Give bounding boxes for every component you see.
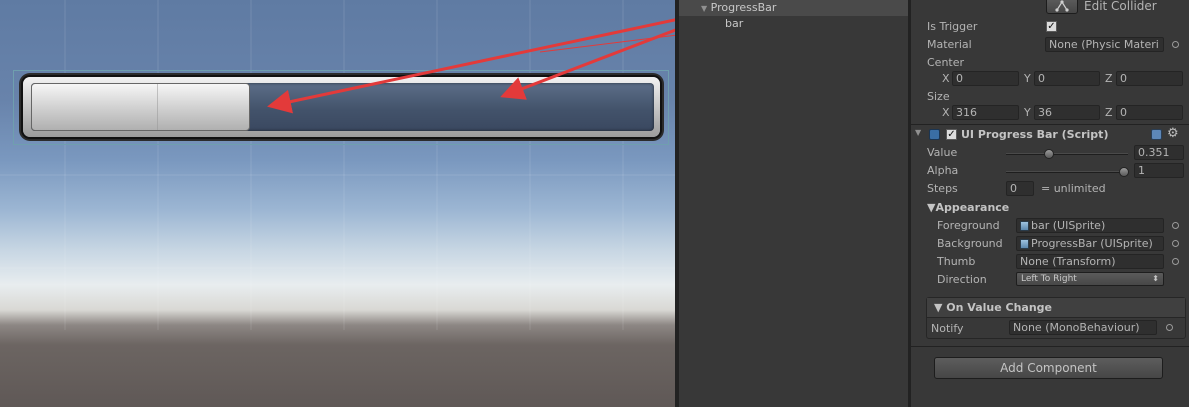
size-y-field[interactable]: 36 <box>1034 105 1100 120</box>
center-x-field[interactable]: 0 <box>952 71 1019 86</box>
steps-field[interactable]: 0 <box>1006 181 1034 196</box>
dropdown-arrows-icon: ⬍ <box>1152 274 1159 283</box>
edit-collider-button[interactable] <box>1046 0 1078 14</box>
appearance-foldout[interactable]: ▼Appearance <box>927 201 1009 214</box>
is-trigger-checkbox[interactable]: ✓ <box>1046 21 1057 32</box>
background-value: ProgressBar (UISprite) <box>1031 237 1153 250</box>
center-x-label: X <box>942 72 950 85</box>
notify-label: Notify <box>931 322 964 335</box>
size-x-label: X <box>942 106 950 119</box>
scene-grid <box>0 0 675 330</box>
component-separator <box>911 346 1189 347</box>
thumb-label: Thumb <box>937 255 976 268</box>
hierarchy-item-label: ProgressBar <box>710 1 777 14</box>
progress-bar-foreground[interactable] <box>31 83 250 131</box>
value-field[interactable]: 0.351 <box>1134 145 1184 160</box>
edit-collider-label: Edit Collider <box>1084 0 1157 13</box>
value-slider-thumb[interactable] <box>1043 149 1054 159</box>
scene-view[interactable] <box>0 0 675 407</box>
center-z-field[interactable]: 0 <box>1116 71 1183 86</box>
on-value-change-header[interactable]: ▼ On Value Change <box>927 298 1185 318</box>
script-enabled-checkbox[interactable]: ✓ <box>946 129 957 140</box>
foreground-value: bar (UISprite) <box>1031 219 1106 232</box>
component-separator <box>911 124 1189 125</box>
hierarchy-panel: ▼ ProgressBar bar <box>675 0 911 407</box>
fold-triangle-icon[interactable]: ▼ <box>915 128 921 137</box>
size-y-label: Y <box>1024 106 1031 119</box>
notify-field[interactable]: None (MonoBehaviour) <box>1009 320 1157 335</box>
sprite-icon <box>1020 221 1029 231</box>
object-picker-icon[interactable] <box>1166 324 1173 331</box>
object-picker-icon[interactable] <box>1172 222 1179 229</box>
alpha-field[interactable]: 1 <box>1134 163 1184 178</box>
alpha-slider-track[interactable] <box>1006 171 1128 173</box>
size-z-field[interactable]: 0 <box>1116 105 1183 120</box>
size-label: Size <box>927 90 950 103</box>
hierarchy-item-label: bar <box>725 17 744 30</box>
value-label: Value <box>927 146 958 159</box>
progress-bar-background[interactable] <box>23 77 660 137</box>
bar-divider <box>157 84 158 130</box>
hierarchy-item-progressbar[interactable]: ▼ ProgressBar <box>679 0 908 16</box>
sprite-icon <box>1020 239 1029 249</box>
on-value-change-label: ▼ On Value Change <box>934 301 1053 314</box>
inspector-panel: Edit Collider Is Trigger ✓ Material None… <box>911 0 1189 407</box>
material-field[interactable]: None (Physic Materi <box>1045 37 1164 52</box>
foreground-label: Foreground <box>937 219 1000 232</box>
on-value-change-box: ▼ On Value Change Notify None (MonoBehav… <box>926 297 1186 339</box>
foreground-field[interactable]: bar (UISprite) <box>1016 218 1164 233</box>
value-slider-track[interactable] <box>1006 153 1128 155</box>
size-x-field[interactable]: 316 <box>952 105 1019 120</box>
gear-icon[interactable]: ⚙ <box>1167 126 1179 141</box>
script-title: UI Progress Bar (Script) <box>961 128 1109 141</box>
material-label: Material <box>927 38 972 51</box>
direction-label: Direction <box>937 273 987 286</box>
alpha-label: Alpha <box>927 164 959 177</box>
size-z-label: Z <box>1105 106 1113 119</box>
background-field[interactable]: ProgressBar (UISprite) <box>1016 236 1164 251</box>
steps-label: Steps <box>927 182 958 195</box>
help-book-icon[interactable] <box>1151 129 1162 140</box>
direction-dropdown[interactable]: Left To Right ⬍ <box>1016 272 1164 286</box>
edit-collider-icon <box>1055 0 1069 12</box>
hierarchy-item-bar[interactable]: bar <box>679 16 908 32</box>
script-icon <box>929 129 940 140</box>
alpha-slider-thumb[interactable] <box>1119 167 1129 177</box>
expand-triangle-icon[interactable]: ▼ <box>701 1 707 17</box>
script-component-header[interactable]: ▼ ✓ UI Progress Bar (Script) ⚙ <box>911 126 1189 144</box>
object-picker-icon[interactable] <box>1172 41 1179 48</box>
progress-bar-track <box>31 83 654 131</box>
object-picker-icon[interactable] <box>1172 258 1179 265</box>
center-z-label: Z <box>1105 72 1113 85</box>
center-label: Center <box>927 56 965 69</box>
center-y-label: Y <box>1024 72 1031 85</box>
add-component-button[interactable]: Add Component <box>934 357 1163 379</box>
background-label: Background <box>937 237 1003 250</box>
direction-value: Left To Right <box>1021 274 1077 284</box>
thumb-field[interactable]: None (Transform) <box>1016 254 1164 269</box>
center-y-field[interactable]: 0 <box>1034 71 1100 86</box>
is-trigger-label: Is Trigger <box>927 20 978 33</box>
object-picker-icon[interactable] <box>1172 240 1179 247</box>
steps-suffix: = unlimited <box>1041 182 1106 195</box>
